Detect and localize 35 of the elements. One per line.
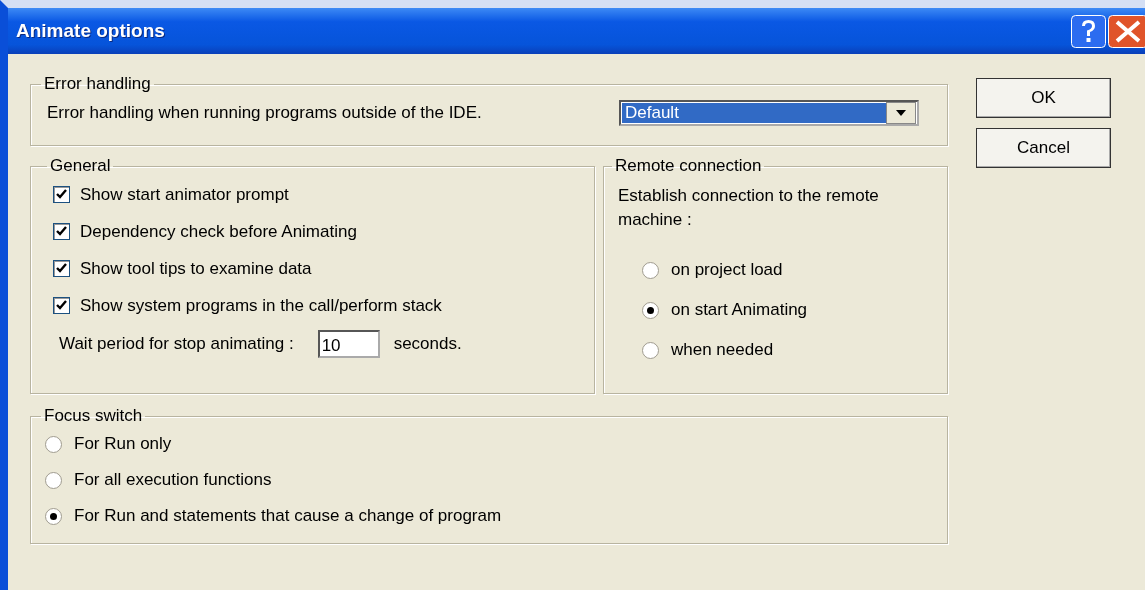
checkbox-label[interactable]: Dependency check before Animating bbox=[80, 221, 357, 242]
prompt-text: Establish connection to the remote machine : bbox=[618, 185, 880, 231]
help-icon[interactable] bbox=[1071, 14, 1106, 48]
group-title: General bbox=[49, 156, 112, 176]
radio-button[interactable] bbox=[45, 471, 62, 489]
window-title: Animate options bbox=[16, 20, 165, 42]
checkbox[interactable] bbox=[53, 260, 70, 277]
radio-label[interactable]: For Run only bbox=[74, 434, 172, 454]
radio-label[interactable]: on project load bbox=[671, 260, 783, 280]
field-label: Wait period for stop animating : bbox=[59, 334, 294, 354]
checkbox-label[interactable]: Show start animator prompt bbox=[80, 184, 289, 205]
dialog-button[interactable]: OK bbox=[976, 78, 1111, 118]
radio-button[interactable] bbox=[45, 507, 62, 525]
group-title: Error handling bbox=[43, 74, 152, 94]
checkbox[interactable] bbox=[53, 297, 70, 314]
close-icon[interactable] bbox=[1108, 14, 1145, 48]
radio-button[interactable] bbox=[642, 301, 659, 319]
dropdown[interactable]: Default bbox=[619, 100, 919, 126]
radio-button[interactable] bbox=[642, 261, 659, 279]
checkbox-label[interactable]: Show system programs in the call/perform stack bbox=[80, 295, 442, 316]
checkbox[interactable] bbox=[53, 223, 70, 240]
input-field[interactable]: 10 bbox=[317, 330, 380, 358]
group-title: Remote connection bbox=[614, 156, 763, 176]
radio-label[interactable]: when needed bbox=[671, 340, 774, 360]
checkbox-label[interactable]: Show tool tips to examine data bbox=[80, 258, 312, 279]
dialog-button[interactable]: Cancel bbox=[976, 128, 1111, 168]
group-title: Focus switch bbox=[43, 406, 144, 426]
checkbox[interactable] bbox=[53, 186, 70, 203]
field-label: Error handling when running programs outside of the IDE. bbox=[47, 103, 482, 123]
radio-button[interactable] bbox=[642, 341, 659, 359]
radio-button[interactable] bbox=[45, 435, 62, 453]
unit-label: seconds. bbox=[393, 334, 462, 354]
radio-label[interactable]: For all execution functions bbox=[74, 470, 272, 490]
radio-label[interactable]: For Run and statements that cause a change of program bbox=[74, 506, 502, 526]
radio-label[interactable]: on start Animating bbox=[671, 300, 808, 320]
